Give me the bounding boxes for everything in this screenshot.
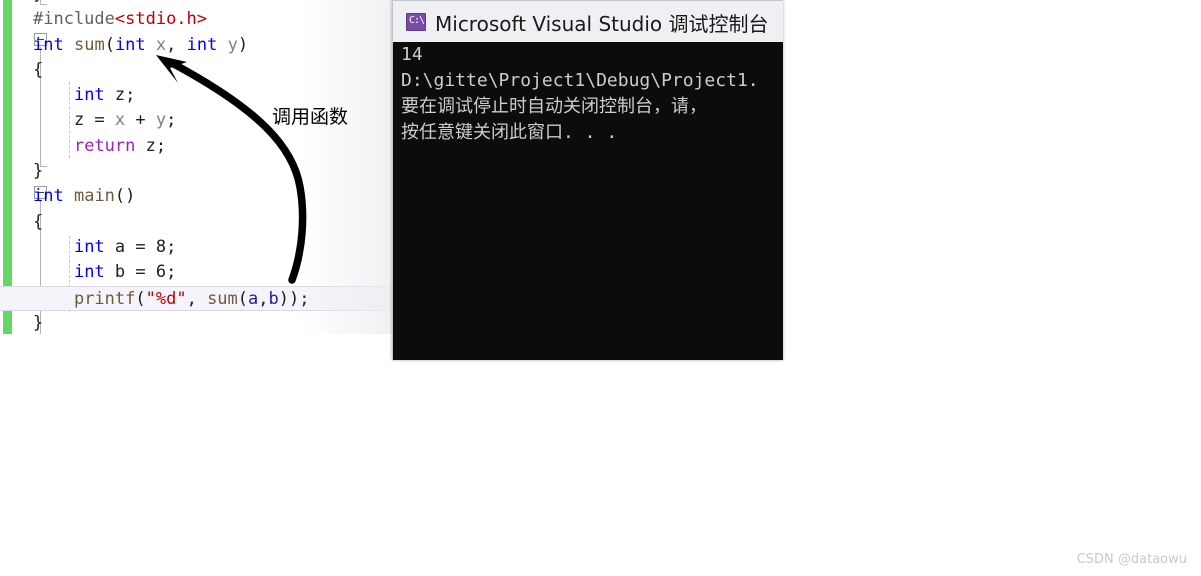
code-token: {: [33, 59, 44, 80]
console-output[interactable]: 14 D:\gitte\Project1\Debug\Project1. 要在调试停…: [392, 42, 783, 360]
code-line[interactable]: return z;: [0, 134, 420, 159]
code-token: int: [186, 34, 218, 55]
code-token: +: [125, 110, 156, 131]
code-token: "%d": [145, 288, 187, 309]
code-token: (): [114, 186, 136, 207]
code-line[interactable]: int a = 8;: [0, 235, 420, 260]
code-line[interactable]: int b = 6;: [0, 260, 420, 285]
console-title: Microsoft Visual Studio 调试控制台: [435, 12, 769, 36]
code-token: ;: [166, 110, 177, 131]
code-line[interactable]: int main(): [0, 184, 420, 209]
code-token: (: [104, 34, 115, 55]
console-titlebar[interactable]: Microsoft Visual Studio 调试控制台: [392, 0, 783, 42]
code-token: }: [33, 312, 44, 333]
code-token: z;: [135, 135, 167, 156]
console-line: 14: [401, 44, 423, 65]
code-token: ,: [166, 34, 187, 55]
code-line[interactable]: }: [0, 159, 420, 184]
code-token: sum: [73, 34, 105, 55]
code-line[interactable]: z = x + y;: [0, 108, 420, 133]
code-token: main: [73, 186, 115, 207]
code-token: b: [268, 288, 279, 309]
code-line[interactable]: int sum(int x, int y): [0, 33, 420, 58]
code-line[interactable]: int z;: [0, 83, 420, 108]
code-token: int: [114, 34, 146, 55]
annotation-label: 调用函数: [272, 106, 349, 128]
console-line: 按任意键关闭此窗口. . .: [401, 122, 618, 143]
code-token: printf: [73, 288, 136, 309]
code-line[interactable]: }: [0, 311, 420, 334]
code-line[interactable]: }: [0, 0, 420, 7]
code-token: a: [248, 288, 259, 309]
code-token: int: [73, 262, 105, 283]
code-line[interactable]: {: [0, 58, 420, 83]
code-token: a = 8;: [104, 236, 177, 257]
code-token: int: [33, 34, 64, 55]
code-text-area[interactable]: }#include<stdio.h>int sum(int x, int y){…: [0, 0, 420, 334]
console-icon: [406, 13, 426, 31]
console-line: 要在调试停止时自动关闭控制台，请，: [401, 96, 707, 117]
code-token: #include: [33, 9, 115, 30]
console-line: D:\gitte\Project1\Debug\Project1.: [401, 70, 759, 91]
code-token: z;: [104, 85, 136, 106]
code-token: b = 6;: [104, 262, 177, 283]
code-line[interactable]: #include<stdio.h>: [0, 7, 420, 32]
code-token: }: [33, 0, 43, 4]
code-token: z =: [73, 110, 115, 131]
code-token: int: [73, 236, 105, 257]
code-token: x: [114, 110, 126, 131]
code-line[interactable]: printf("%d", sum(a,b));: [0, 285, 420, 311]
code-token: ,: [258, 288, 269, 309]
code-token: x: [155, 34, 167, 55]
code-token: return: [73, 135, 136, 156]
code-token: sum: [207, 288, 238, 309]
code-token: ,: [186, 288, 208, 309]
code-token: ));: [278, 288, 310, 309]
code-token: y: [155, 110, 167, 131]
code-token: ): [237, 34, 249, 55]
code-token: int: [33, 186, 64, 207]
code-token: (: [237, 288, 249, 309]
code-line[interactable]: {: [0, 210, 420, 235]
code-token: {: [33, 211, 44, 232]
watermark: CSDN @dataowu: [1076, 552, 1187, 567]
code-editor[interactable]: }#include<stdio.h>int sum(int x, int y){…: [0, 0, 420, 334]
code-token: }: [33, 161, 44, 182]
code-token: (: [135, 288, 146, 309]
code-token: <stdio.h>: [114, 9, 208, 30]
code-token: y: [227, 34, 238, 55]
code-token: int: [73, 85, 105, 106]
debug-console-window[interactable]: Microsoft Visual Studio 调试控制台 14 D:\gitte…: [392, 0, 783, 360]
